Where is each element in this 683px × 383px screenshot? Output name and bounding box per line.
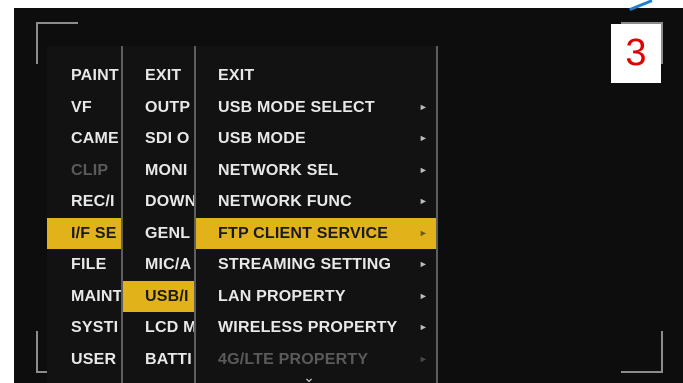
col1-menu-item-came[interactable]: CAME	[47, 123, 121, 154]
submenu-arrow-icon: ►	[418, 196, 428, 206]
menu-item-label: STREAMING SETTING	[218, 256, 392, 273]
menu-item-label: USER	[71, 350, 117, 368]
menu-item-label: VF	[71, 98, 92, 116]
menu-item-label: USB/I	[145, 287, 189, 305]
menu-item-label: FTP CLIENT SERVICE	[218, 224, 389, 242]
submenu-column: EXIT OUTP SDI O MONI DOWN GENL MIC/A USB/I LCD M…	[121, 46, 197, 383]
menu-item-label: 4G/LTE PROPERTY	[218, 350, 369, 368]
menu-item-label: BATTI	[145, 350, 192, 368]
col1-menu-item-rec-i[interactable]: REC/I	[47, 186, 121, 217]
menu-item-label: OUTP	[145, 98, 191, 116]
col2-menu-item-moni[interactable]: MONI	[123, 155, 197, 186]
col2-menu-item-genl[interactable]: GENL	[123, 218, 197, 249]
col3-menu-item-network-func[interactable]: NETWORK FUNC ►	[196, 186, 436, 217]
menu-item-label: REC/I	[71, 193, 115, 210]
submenu-arrow-icon: ►	[418, 133, 428, 143]
col2-menu-item-lcd-m[interactable]: LCD M	[123, 312, 197, 343]
col2-menu-item-exit[interactable]: EXIT	[123, 60, 197, 91]
submenu-items-column: EXIT USB MODE SELECT ► USB MODE ► NETWORK SEL…	[194, 46, 438, 383]
col1-menu-item-paint[interactable]: PAINT	[47, 60, 121, 91]
menu-item-label: NETWORK SEL	[218, 161, 339, 179]
menu-item-label: SDI O	[145, 130, 190, 147]
col1-menu-item-i-f-se[interactable]: I/F SE	[47, 217, 121, 249]
menu-item-label: CLIP	[71, 161, 109, 179]
submenu-arrow-icon: ►	[418, 322, 428, 332]
viewfinder-display: PAINT VF CAME CLIP REC/I I/F SE FILE MAINT SYSTI…	[14, 8, 683, 383]
menu-item-label: NETWORK FUNC	[218, 193, 352, 210]
menu-item-label: MIC/A	[145, 256, 192, 273]
col3-menu-item-exit[interactable]: EXIT	[196, 60, 436, 91]
col2-menu-item-sdi-o[interactable]: SDI O	[123, 123, 197, 154]
col1-menu-item-clip[interactable]: CLIP	[47, 155, 121, 186]
scroll-down-icon[interactable]: ⌄	[299, 370, 319, 383]
col1-menu-item-vf[interactable]: VF	[47, 92, 121, 123]
col1-menu-item-file[interactable]: FILE	[47, 249, 121, 280]
submenu-arrow-icon: ►	[418, 101, 428, 112]
col1-menu-item-user[interactable]: USER	[47, 344, 121, 375]
submenu-arrow-icon: ►	[418, 164, 428, 175]
col3-menu-item-usb-mode[interactable]: USB MODE ►	[196, 123, 436, 154]
menu-item-label: MAINT	[71, 287, 121, 305]
screen: PAINT VF CAME CLIP REC/I I/F SE FILE MAINT SYSTI…	[0, 0, 683, 383]
menu-item-label: LCD M	[145, 319, 197, 336]
col3-menu-item-lan-property[interactable]: LAN PROPERTY ►	[196, 281, 436, 312]
menu-item-label: DOWN	[145, 193, 197, 210]
frame-corner-bottom-right	[621, 331, 663, 373]
menu-item-label: CAME	[71, 130, 119, 147]
menu-item-label: EXIT	[145, 67, 182, 84]
col3-menu-item-wireless-property[interactable]: WIRELESS PROPERTY ►	[196, 312, 436, 343]
col2-menu-item-usb-i[interactable]: USB/I	[123, 280, 197, 312]
col2-menu-item-outp[interactable]: OUTP	[123, 92, 197, 123]
submenu-arrow-icon: ►	[418, 353, 428, 364]
step-number-badge: 3	[611, 24, 661, 83]
main-menu-column: PAINT VF CAME CLIP REC/I I/F SE FILE MAINT SYSTI…	[47, 46, 121, 383]
menu-item-label: I/F SE	[71, 224, 117, 242]
col3-menu-item-ftp-client-service[interactable]: FTP CLIENT SERVICE ►	[196, 217, 436, 249]
menu-item-label: SYSTI	[71, 319, 119, 336]
menu-item-label: GENL	[145, 224, 191, 242]
menu-item-label: FILE	[71, 256, 107, 273]
menu-item-label: PAINT	[71, 67, 119, 84]
submenu-arrow-icon: ►	[418, 290, 428, 301]
menu-item-label: WIRELESS PROPERTY	[218, 319, 398, 336]
col2-menu-item-batti[interactable]: BATTI	[123, 344, 197, 375]
menu-item-label: MONI	[145, 161, 188, 179]
col3-menu-item-streaming-setting[interactable]: STREAMING SETTING ►	[196, 249, 436, 280]
menu-item-label: EXIT	[218, 67, 255, 84]
menu-item-label: USB MODE SELECT	[218, 98, 375, 116]
menu-item-label: USB MODE	[218, 130, 306, 147]
col2-menu-item-mic-a[interactable]: MIC/A	[123, 249, 197, 280]
submenu-arrow-icon: ►	[418, 259, 428, 269]
menu-item-label: LAN PROPERTY	[218, 287, 346, 305]
col3-menu-item-network-sel[interactable]: NETWORK SEL ►	[196, 155, 436, 186]
submenu-arrow-icon: ►	[418, 227, 428, 238]
col1-menu-item-maint[interactable]: MAINT	[47, 281, 121, 312]
col1-menu-item-systi[interactable]: SYSTI	[47, 312, 121, 343]
col2-menu-item-down[interactable]: DOWN	[123, 186, 197, 217]
col3-menu-item-usb-mode-select[interactable]: USB MODE SELECT ►	[196, 92, 436, 123]
